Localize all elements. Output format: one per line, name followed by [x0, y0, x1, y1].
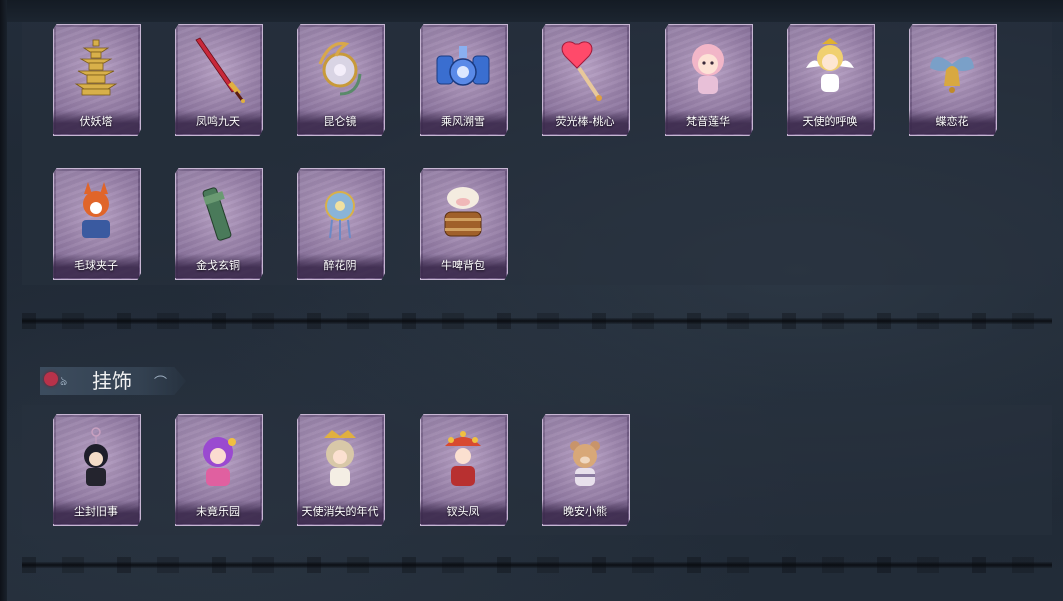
- top-strip: [7, 0, 1063, 22]
- item-name: 尘封旧事: [53, 500, 139, 524]
- red-sword-icon: [188, 34, 248, 104]
- item-name: 未竟乐园: [175, 500, 261, 524]
- item-card[interactable]: 伏妖塔: [53, 24, 141, 136]
- flower-ornament-icon: [310, 178, 370, 248]
- item-name: 金戈玄铜: [175, 254, 261, 278]
- item-name: 毛球夹子: [53, 254, 139, 278]
- dark-boy-keychain-icon: [66, 424, 126, 494]
- red-seal-icon: [44, 372, 58, 386]
- item-name: 牛啤背包: [420, 254, 506, 278]
- section-divider: [22, 557, 1052, 573]
- item-card[interactable]: 金戈玄铜: [175, 168, 263, 280]
- charm-card[interactable]: 尘封旧事: [53, 414, 141, 526]
- cloud-swirl-icon: ⌒: [154, 376, 168, 391]
- section-title-charms: 挂饰: [92, 369, 132, 393]
- butterfly-bell-icon: [922, 34, 982, 104]
- cloud-swirl-icon: ঌ: [60, 374, 68, 388]
- item-name: 荧光棒-桃心: [542, 110, 628, 134]
- item-name: 梵音莲华: [665, 110, 751, 134]
- item-card[interactable]: 天使的呼唤: [787, 24, 875, 136]
- item-name: 凤鸣九天: [175, 110, 261, 134]
- left-edge: [0, 0, 7, 601]
- item-name: 乘风溯雪: [420, 110, 506, 134]
- purple-girl-keychain-icon: [188, 424, 248, 494]
- item-card[interactable]: 醉花阴: [297, 168, 385, 280]
- heart-wand-icon: [555, 34, 615, 104]
- item-name: 醉花阴: [297, 254, 383, 278]
- pink-girl-figure-icon: [678, 34, 738, 104]
- bear-keychain-icon: [555, 424, 615, 494]
- charm-card[interactable]: 天使消失的年代: [297, 414, 385, 526]
- phoenix-headdress-keychain-icon: [433, 424, 493, 494]
- item-card[interactable]: 牛啤背包: [420, 168, 508, 280]
- item-name: 钗头凤: [420, 500, 506, 524]
- charm-card[interactable]: 未竟乐园: [175, 414, 263, 526]
- item-card[interactable]: 毛球夹子: [53, 168, 141, 280]
- blue-lanterns-icon: [433, 34, 493, 104]
- charm-card[interactable]: 晚安小熊: [542, 414, 630, 526]
- ornate-mirror-icon: [310, 34, 370, 104]
- bronze-weapon-icon: [188, 178, 248, 248]
- item-name: 蝶恋花: [909, 110, 995, 134]
- cow-beer-barrel-icon: [433, 178, 493, 248]
- pagoda-icon: [66, 34, 126, 104]
- item-name: 天使消失的年代: [297, 500, 383, 524]
- item-name: 伏妖塔: [53, 110, 139, 134]
- angel-girl-keychain-icon: [310, 424, 370, 494]
- item-card[interactable]: 荧光棒-桃心: [542, 24, 630, 136]
- item-card[interactable]: 乘风溯雪: [420, 24, 508, 136]
- item-card[interactable]: 蝶恋花: [909, 24, 997, 136]
- item-card[interactable]: 梵音莲华: [665, 24, 753, 136]
- item-name: 天使的呼唤: [787, 110, 873, 134]
- item-card[interactable]: 昆仑镜: [297, 24, 385, 136]
- item-card[interactable]: 凤鸣九天: [175, 24, 263, 136]
- item-name: 晚安小熊: [542, 500, 628, 524]
- fox-drummer-icon: [66, 178, 126, 248]
- angel-figure-icon: [800, 34, 860, 104]
- section-divider: [22, 313, 1052, 329]
- item-name: 昆仑镜: [297, 110, 383, 134]
- charm-card[interactable]: 钗头凤: [420, 414, 508, 526]
